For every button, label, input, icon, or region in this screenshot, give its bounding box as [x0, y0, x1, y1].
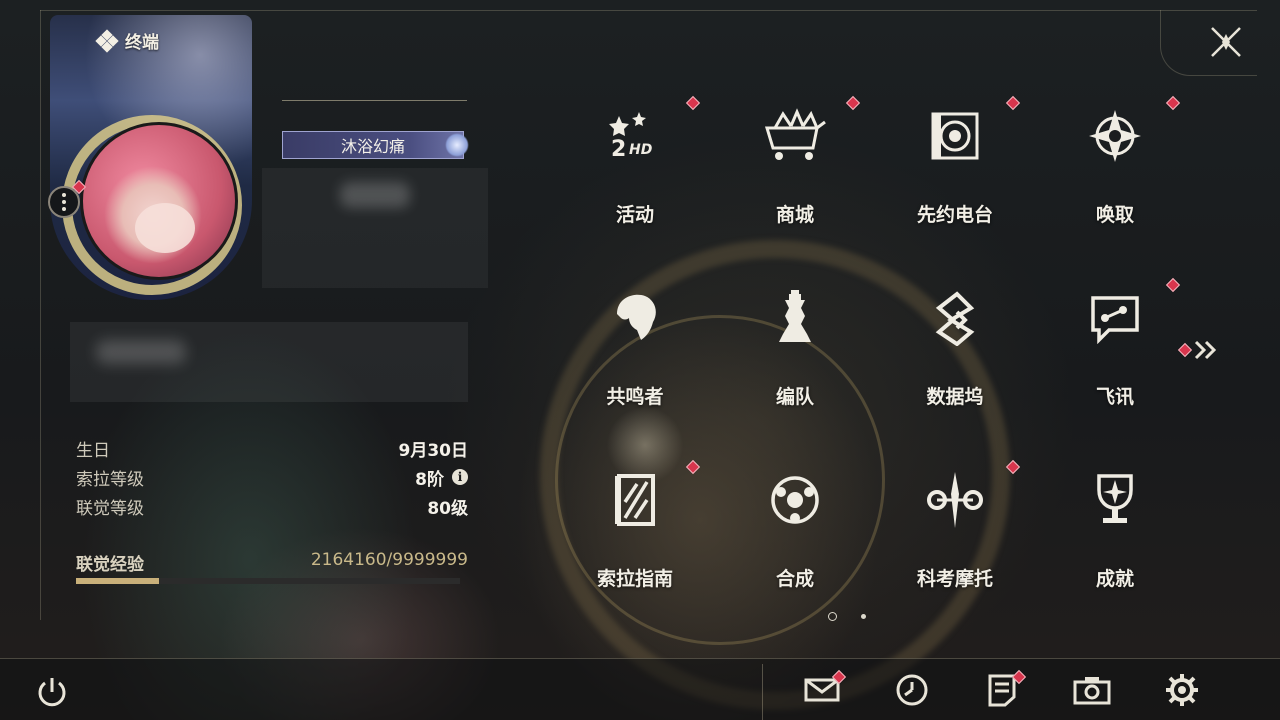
menu-tile-label: 商城 — [775, 204, 814, 226]
page-dot-current[interactable] — [828, 612, 837, 621]
menu-tile-label: 飞讯 — [1095, 386, 1134, 408]
menu-tile-convene[interactable]: 唤取 — [1060, 92, 1181, 242]
menu-tile-radio[interactable]: 先约电台 — [900, 92, 1021, 242]
close-button[interactable] — [1208, 24, 1244, 60]
camera-icon — [1073, 677, 1111, 705]
stat-union-level: 联觉等级 80级 — [76, 494, 468, 519]
info-icon[interactable]: i — [452, 469, 468, 485]
title-badge-text: 沐浴幻痛 — [340, 137, 405, 156]
exp-progress-fill — [76, 578, 160, 584]
player-name-area — [262, 168, 488, 288]
svg-text:2: 2 — [611, 137, 626, 162]
exp-label: 联觉经验 — [76, 555, 144, 575]
trophy-icon — [1079, 464, 1151, 536]
stat-value: 8阶 — [415, 469, 444, 490]
union-exp: 联觉经验 2164160/9999999 — [76, 550, 468, 584]
svg-text:HD: HD — [629, 142, 652, 158]
motorcycle-icon — [919, 464, 991, 536]
exp-value: 2164160/9999999 — [310, 550, 468, 570]
synthesis-orb-icon — [759, 464, 831, 536]
diamond-cluster-icon — [95, 28, 119, 53]
resonator-head-icon — [599, 282, 671, 354]
page-title-text: 终端 — [125, 33, 159, 53]
stat-value: 9月30日 — [398, 440, 469, 461]
menu-tile-label: 编队 — [775, 386, 814, 408]
menu-tile-achievements[interactable]: 成就 — [1060, 456, 1170, 606]
menu-tile-label: 索拉指南 — [596, 568, 673, 590]
profile-stats: 生日 9月30日 索拉等级 8阶 i 联觉等级 80级 — [76, 436, 468, 523]
signature-area[interactable] — [70, 322, 468, 402]
shop-cart-icon — [759, 100, 831, 172]
more-dots-icon — [62, 193, 66, 197]
menu-tile-label: 共鸣者 — [606, 386, 664, 408]
menu-tile-shop[interactable]: 商城 — [740, 92, 861, 242]
menu-tile-events[interactable]: 2 HD 活动 — [580, 92, 701, 242]
menu-tile-guidebook[interactable]: 索拉指南 — [580, 456, 701, 606]
stat-birthday: 生日 9月30日 — [76, 436, 469, 461]
camera-button[interactable] — [1072, 670, 1112, 710]
power-icon — [38, 678, 66, 707]
menu-tile-team[interactable]: 编队 — [740, 274, 850, 424]
menu-tile-label: 数据坞 — [926, 386, 984, 408]
title-badge[interactable]: 沐浴幻痛 — [282, 131, 469, 159]
menu-tile-messages[interactable]: 飞讯 — [1060, 274, 1181, 424]
radio-speaker-icon — [919, 100, 991, 172]
2hd-stars-icon: 2 HD — [599, 100, 671, 172]
player-avatar[interactable] — [80, 122, 238, 280]
menu-tile-data-bank[interactable]: 数据坞 — [900, 274, 1010, 424]
stat-sola-level: 索拉等级 8阶 i — [76, 465, 468, 490]
page-title: 终端 — [95, 28, 159, 53]
exp-progress-bar — [76, 578, 460, 584]
next-page-button[interactable] — [1177, 338, 1222, 362]
menu-tile-motorcycle[interactable]: 科考摩托 — [900, 456, 1021, 606]
frame-top-line — [40, 10, 1257, 11]
notification-dot — [1177, 342, 1193, 358]
settings-button[interactable] — [1162, 670, 1202, 710]
compass-star-icon — [1079, 100, 1151, 172]
frame-left-line — [40, 10, 41, 620]
stat-label: 索拉等级 — [76, 469, 144, 490]
notes-button[interactable] — [982, 669, 1027, 710]
bottom-divider — [762, 664, 763, 720]
menu-tile-label: 科考摩托 — [916, 568, 993, 590]
guide-book-icon — [599, 464, 671, 536]
chess-piece-icon — [759, 282, 831, 354]
mail-button[interactable] — [802, 669, 847, 710]
menu-tile-label: 唤取 — [1095, 204, 1134, 226]
menu-tile-label: 成就 — [1095, 568, 1134, 590]
menu-tile-label: 合成 — [775, 568, 814, 590]
name-divider — [282, 100, 467, 101]
stat-label: 生日 — [76, 440, 110, 461]
stat-label: 联觉等级 — [76, 498, 144, 519]
close-x-icon — [1211, 27, 1241, 57]
page-dot[interactable] — [861, 614, 866, 619]
clock-icon — [896, 674, 928, 706]
menu-tile-resonators[interactable]: 共鸣者 — [580, 274, 690, 424]
chat-bubble-icon — [1079, 282, 1151, 354]
menu-tile-label: 先约电台 — [916, 204, 993, 226]
clock-button[interactable] — [892, 670, 932, 710]
menu-tile-label: 活动 — [615, 204, 654, 226]
stat-value: 80级 — [427, 498, 468, 519]
menu-tile-synthesis[interactable]: 合成 — [740, 456, 850, 606]
double-chevron-right-icon — [1194, 340, 1217, 360]
page-indicator — [828, 612, 866, 621]
data-dock-icon — [919, 282, 991, 354]
gear-icon — [1166, 674, 1198, 706]
power-button[interactable] — [32, 672, 72, 712]
